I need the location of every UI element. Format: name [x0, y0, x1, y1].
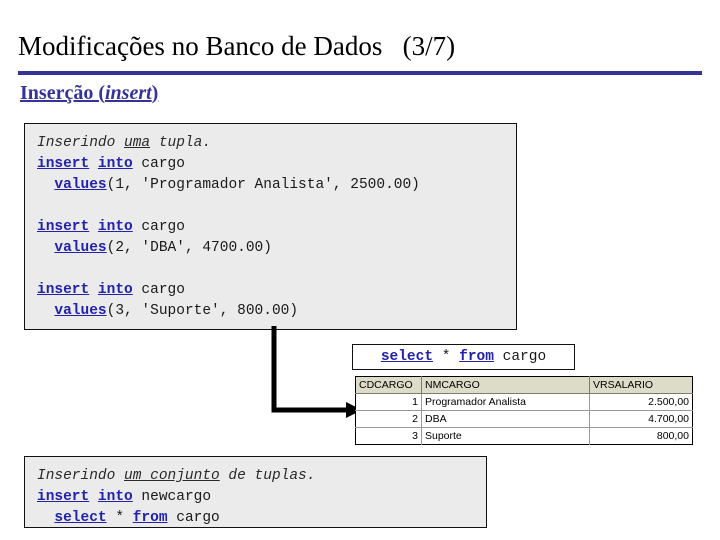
comment-suffix: tupla.	[150, 135, 212, 151]
keyword-select: select	[380, 349, 434, 365]
code-line-insert-into-2: insert into cargo	[37, 217, 516, 238]
cell-nmcargo: DBA	[421, 410, 590, 428]
query-result-table: CDCARGO NMCARGO VRSALARIO 1 Programador …	[355, 376, 693, 445]
code-comment-line: Inserindo uma tupla.	[37, 133, 516, 154]
keyword-into: into	[97, 282, 133, 298]
code-line-insert-into-newcargo: insert into newcargo	[37, 487, 486, 508]
keyword-insert: insert	[37, 282, 90, 298]
table-name: cargo	[132, 156, 185, 172]
cell-nmcargo: Suporte	[421, 427, 590, 445]
cell-vrsalario: 4.700,00	[589, 410, 693, 428]
section-heading-main: Inserção (	[20, 82, 105, 104]
select-star: *	[433, 349, 460, 365]
page-title: Modificações no Banco de Dados (3/7)	[18, 31, 456, 61]
cell-vrsalario: 2.500,00	[589, 393, 693, 411]
table-name: cargo	[493, 349, 547, 365]
table-header-row: CDCARGO NMCARGO VRSALARIO	[355, 376, 693, 394]
code-line-insert-into-3: insert into cargo	[37, 280, 516, 301]
table-name: cargo	[132, 282, 185, 298]
code-comment-line: Inserindo um conjunto de tuplas.	[37, 466, 486, 487]
cell-cdcargo: 2	[355, 410, 422, 428]
section-heading-end: )	[151, 82, 159, 104]
keyword-select: select	[54, 510, 107, 526]
code-block-insert-values: Inserindo uma tupla. insert into cargo va…	[24, 123, 517, 330]
table-row: 2 DBA 4.700,00	[355, 410, 693, 428]
table-row: 1 Programador Analista 2.500,00	[355, 393, 693, 411]
values-args: (3, 'Suporte', 800.00)	[106, 303, 299, 319]
values-args: (2, 'DBA', 4700.00)	[106, 240, 272, 256]
comment-emphasis: um conjunto	[124, 468, 220, 484]
code-line-select-from: select * from cargo	[37, 508, 486, 529]
flow-arrow-icon	[271, 326, 362, 418]
keyword-insert: insert	[37, 219, 90, 235]
keyword-from: from	[132, 510, 168, 526]
cell-cdcargo: 3	[355, 427, 422, 445]
cell-nmcargo: Programador Analista	[421, 393, 590, 411]
section-heading-keyword: insert	[104, 82, 152, 104]
cell-cdcargo: 1	[355, 393, 422, 411]
source-table-name: cargo	[167, 510, 220, 526]
code-line-values-3: values(3, 'Suporte', 800.00)	[37, 301, 516, 322]
comment-emphasis: uma	[124, 135, 151, 151]
keyword-values: values	[54, 177, 107, 193]
code-line-values-1: values(1, 'Programador Analista', 2500.0…	[37, 175, 516, 196]
title-divider	[18, 71, 702, 75]
comment-suffix: de tuplas.	[219, 468, 316, 484]
code-line-insert-into-1: insert into cargo	[37, 154, 516, 175]
target-table-name: newcargo	[132, 489, 212, 505]
keyword-into: into	[97, 156, 133, 172]
values-args: (1, 'Programador Analista', 2500.00)	[106, 177, 420, 193]
keyword-insert: insert	[37, 489, 90, 505]
column-header-cdcargo[interactable]: CDCARGO	[355, 376, 422, 394]
keyword-into: into	[97, 219, 133, 235]
keyword-values: values	[54, 303, 107, 319]
select-statement-box: select * from cargo	[352, 344, 575, 370]
code-line-values-2: values(2, 'DBA', 4700.00)	[37, 238, 516, 259]
select-star: *	[106, 510, 133, 526]
keyword-into: into	[97, 489, 133, 505]
cell-vrsalario: 800,00	[589, 427, 693, 445]
code-block-insert-select: Inserindo um conjunto de tuplas. insert i…	[24, 456, 487, 528]
table-row: 3 Suporte 800,00	[355, 427, 693, 445]
table-name: cargo	[132, 219, 185, 235]
column-header-vrsalario[interactable]: VRSALARIO	[589, 376, 693, 394]
comment-prefix: Inserindo	[37, 135, 125, 151]
section-heading: Inserção (insert)	[20, 80, 158, 106]
keyword-values: values	[54, 240, 107, 256]
keyword-from: from	[459, 349, 494, 365]
keyword-insert: insert	[37, 156, 90, 172]
comment-prefix: Inserindo	[37, 468, 125, 484]
column-header-nmcargo[interactable]: NMCARGO	[421, 376, 590, 394]
